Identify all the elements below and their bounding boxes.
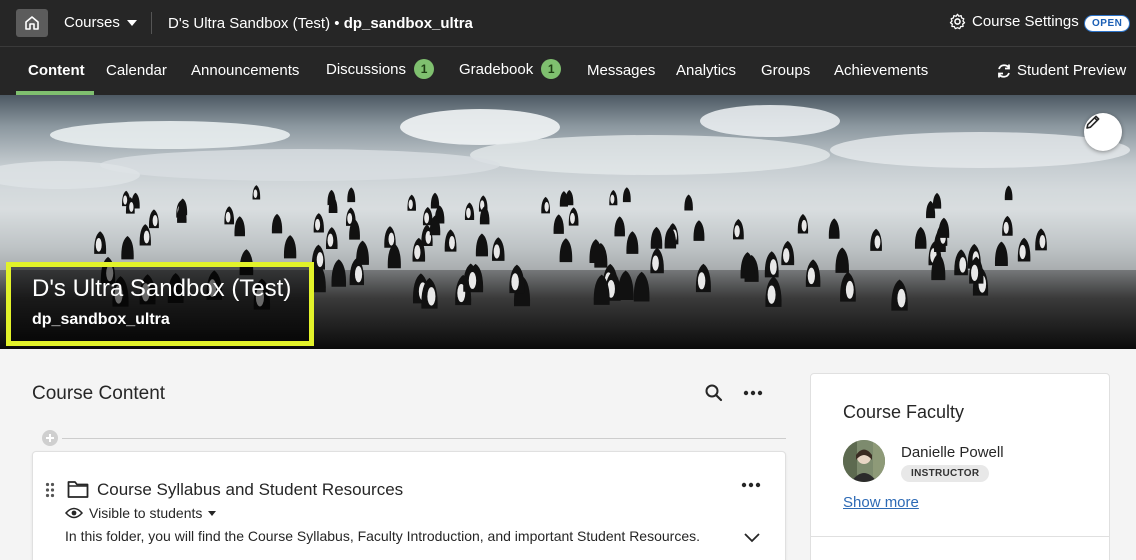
home-icon <box>25 16 39 30</box>
topbar-divider <box>151 12 152 34</box>
course-title-highlight: D's Ultra Sandbox (Test) dp_sandbox_ultr… <box>6 262 314 346</box>
course-faculty-heading: Course Faculty <box>843 402 965 422</box>
course-settings-label: Course Settings <box>972 13 1079 30</box>
search-icon <box>705 384 723 402</box>
course-title: D's Ultra Sandbox (Test) <box>32 275 292 302</box>
show-more-link[interactable]: Show more <box>843 494 919 511</box>
edit-banner-button[interactable] <box>1084 113 1122 151</box>
tab-label: Announcements <box>191 62 300 79</box>
content-item-more-button[interactable] <box>741 472 761 493</box>
visibility-dropdown[interactable]: Visible to students <box>65 505 217 521</box>
home-button[interactable] <box>16 9 48 37</box>
faculty-divider <box>811 536 1109 537</box>
gradebook-count-badge: 1 <box>541 59 562 79</box>
gear-icon <box>949 13 966 30</box>
tab-gradebook[interactable]: Gradebook 1 <box>459 59 562 79</box>
content-item-description: In this folder, you will find the Course… <box>65 528 700 544</box>
course-settings-button[interactable]: Course Settings <box>949 13 1079 30</box>
courses-menu[interactable]: Courses <box>64 14 137 31</box>
tab-label: Messages <box>587 62 656 79</box>
tab-label: Discussions <box>326 60 407 78</box>
top-bar: Courses D's Ultra Sandbox (Test) • dp_sa… <box>0 0 1136 46</box>
breadcrumb: D's Ultra Sandbox (Test) • dp_sandbox_ul… <box>168 15 473 32</box>
course-nav: Content Calendar Announcements Discussio… <box>0 46 1136 95</box>
student-preview-label: Student Preview <box>1017 62 1127 79</box>
more-horizontal-icon <box>741 482 761 488</box>
tab-groups[interactable]: Groups <box>761 62 810 79</box>
avatar[interactable] <box>843 440 885 482</box>
tab-calendar[interactable]: Calendar <box>106 62 167 79</box>
tab-label: Calendar <box>106 62 167 79</box>
tab-achievements[interactable]: Achievements <box>834 62 928 79</box>
tab-discussions[interactable]: Discussions 1 <box>326 59 435 79</box>
breadcrumb-course-code: dp_sandbox_ultra <box>343 15 473 32</box>
courses-menu-label: Courses <box>64 14 120 31</box>
faculty-name[interactable]: Danielle Powell <box>901 444 1004 461</box>
content-item-card[interactable]: Course Syllabus and Student Resources Vi… <box>32 451 786 560</box>
add-content-divider <box>62 438 786 439</box>
tab-label: Achievements <box>834 62 929 79</box>
course-code: dp_sandbox_ultra <box>32 311 170 328</box>
caret-down-icon <box>208 510 217 516</box>
caret-down-icon <box>126 19 137 26</box>
discussions-count-badge: 1 <box>414 59 435 79</box>
tab-content[interactable]: Content <box>28 62 85 79</box>
content-more-options-button[interactable] <box>742 383 764 403</box>
eye-icon <box>65 507 83 519</box>
more-horizontal-icon <box>743 390 763 396</box>
plus-icon <box>46 434 54 442</box>
add-content-button[interactable] <box>42 430 58 446</box>
tab-label: Content <box>28 62 85 79</box>
course-banner: D's Ultra Sandbox (Test) dp_sandbox_ultr… <box>0 95 1136 349</box>
drag-handle[interactable] <box>45 482 57 498</box>
chevron-down-icon <box>744 533 760 543</box>
pencil-icon <box>1086 115 1100 129</box>
search-content-button[interactable] <box>704 383 724 403</box>
breadcrumb-separator: • <box>330 15 344 32</box>
course-faculty-card: Course Faculty Danielle Powell INSTRUCTO… <box>810 373 1110 560</box>
folder-icon <box>67 479 89 499</box>
expand-item-button[interactable] <box>743 530 761 543</box>
tab-analytics[interactable]: Analytics <box>676 62 736 79</box>
content-item-title[interactable]: Course Syllabus and Student Resources <box>97 480 403 500</box>
tab-label: Gradebook <box>459 60 534 78</box>
breadcrumb-course-title: D's Ultra Sandbox (Test) <box>168 15 331 32</box>
tab-label: Groups <box>761 62 811 79</box>
tab-messages[interactable]: Messages <box>587 62 655 79</box>
visibility-label: Visible to students <box>89 505 203 521</box>
drag-handle-icon <box>45 482 55 498</box>
course-status-badge: OPEN <box>1084 15 1131 32</box>
refresh-icon <box>998 63 1010 78</box>
add-content-row <box>40 430 786 446</box>
role-badge: INSTRUCTOR <box>901 465 990 482</box>
course-content-heading: Course Content <box>32 383 166 404</box>
tab-label: Analytics <box>676 62 737 79</box>
student-preview-button[interactable]: Student Preview <box>996 62 1126 79</box>
tab-announcements[interactable]: Announcements <box>191 62 299 79</box>
